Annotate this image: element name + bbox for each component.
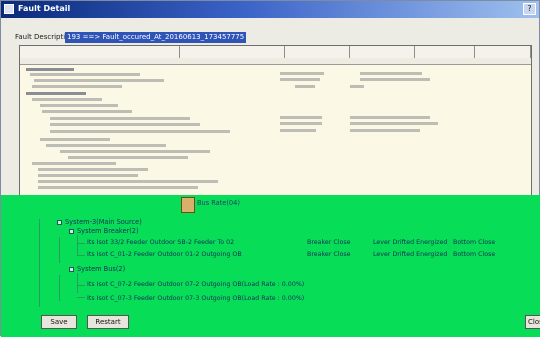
tree-item-system-breaker[interactable]: System Breaker(2) [77, 227, 139, 235]
tree-connector [77, 255, 85, 256]
obscured-row [360, 78, 430, 81]
obscured-row [30, 73, 140, 76]
row-detail: Lever Drifted Energized [373, 251, 448, 258]
obscured-row [32, 85, 122, 88]
obscured-row [26, 92, 86, 95]
obscured-row [42, 110, 132, 113]
row-status: Breaker Close [307, 239, 351, 246]
expand-toggle-icon[interactable] [69, 267, 74, 272]
tree-connector [77, 297, 85, 298]
tree-connector [77, 285, 85, 286]
obscured-row [280, 72, 324, 75]
grid-header-col-4[interactable] [350, 46, 415, 58]
grid-subheader [20, 58, 531, 65]
grid-header-col-5[interactable] [415, 46, 475, 58]
obscured-row [350, 122, 438, 125]
obscured-row [32, 98, 102, 101]
title-bar[interactable]: Fault Detail ? [1, 1, 539, 18]
obscured-row [295, 85, 315, 88]
obscured-row [40, 138, 110, 141]
obscured-row [38, 180, 218, 183]
obscured-row [38, 174, 138, 177]
tree-connector [77, 235, 78, 255]
obscured-row [26, 68, 74, 71]
save-button[interactable]: Save [41, 315, 77, 329]
expand-toggle-icon[interactable] [69, 229, 74, 234]
tree-connector [77, 243, 85, 244]
tree-item-feeder-07-3[interactable]: Its Isot C_07-3 Feeder Outdoor 07-3 Outg… [87, 295, 304, 302]
fault-description-field[interactable]: 193 ==> Fault_occured_At_20160613_173457… [65, 32, 247, 43]
obscured-row [350, 116, 430, 119]
obscured-row [280, 122, 322, 125]
fault-detail-window: Fault Detail ? Fault Description 193 ==>… [0, 0, 540, 337]
close-button[interactable]: Close [525, 315, 540, 329]
tree-item-system-main-source[interactable]: System-3(Main Source) [65, 218, 142, 226]
grid-header-col-3[interactable] [285, 46, 350, 58]
obscured-row [360, 72, 422, 75]
obscured-row [280, 78, 320, 81]
expand-toggle-icon[interactable] [57, 220, 62, 225]
obscured-row [34, 79, 164, 82]
grid-header-col-2[interactable] [180, 46, 285, 58]
tree-connector [59, 237, 60, 263]
tree-item-bus-rate[interactable]: Bus Rate(04) [197, 199, 240, 207]
window-title: Fault Detail [18, 4, 71, 13]
row-status: Breaker Close [307, 251, 351, 258]
obscured-row [40, 104, 118, 107]
obscured-row [280, 129, 316, 132]
app-window-icon [4, 4, 14, 14]
row-extra: Bottom Close [453, 239, 496, 246]
grid-header-col-6[interactable] [475, 46, 531, 58]
restart-button[interactable]: Restart [87, 315, 129, 329]
obscured-row [46, 144, 166, 147]
obscured-row [60, 150, 210, 153]
row-extra: Bottom Close [453, 251, 496, 258]
tree-connector [39, 219, 40, 307]
obscured-row [38, 168, 148, 171]
obscured-row [350, 129, 420, 132]
obscured-row [280, 116, 322, 119]
obscured-row [50, 117, 190, 120]
row-detail: Lever Drifted Energized [373, 239, 448, 246]
grid-header-col-1[interactable] [20, 46, 180, 58]
tree-item-feeder-sb2[interactable]: Its Isot 33/2 Feeder Outdoor SB-2 Feeder… [87, 239, 234, 246]
obscured-row [32, 162, 116, 165]
obscured-row [50, 130, 230, 133]
tree-item-feeder-01-2[interactable]: Its Isot C_01-2 Feeder Outdoor 01-2 Outg… [87, 251, 242, 258]
obscured-row [38, 186, 198, 189]
mouse-cursor-icon [181, 197, 195, 213]
obscured-row [50, 123, 200, 126]
highlighted-tree-region: Bus Rate(04) System-3(Main Source) Syste… [1, 195, 540, 337]
obscured-row [350, 85, 364, 88]
obscured-row [68, 156, 188, 159]
tree-item-feeder-07-2[interactable]: Its Isot C_07-2 Feeder Outdoor 07-2 Outg… [87, 281, 304, 288]
tree-item-system-bus[interactable]: System Bus(2) [77, 265, 125, 273]
help-button[interactable]: ? [523, 3, 536, 15]
tree-connector [59, 275, 60, 301]
tree-connector [77, 273, 78, 293]
